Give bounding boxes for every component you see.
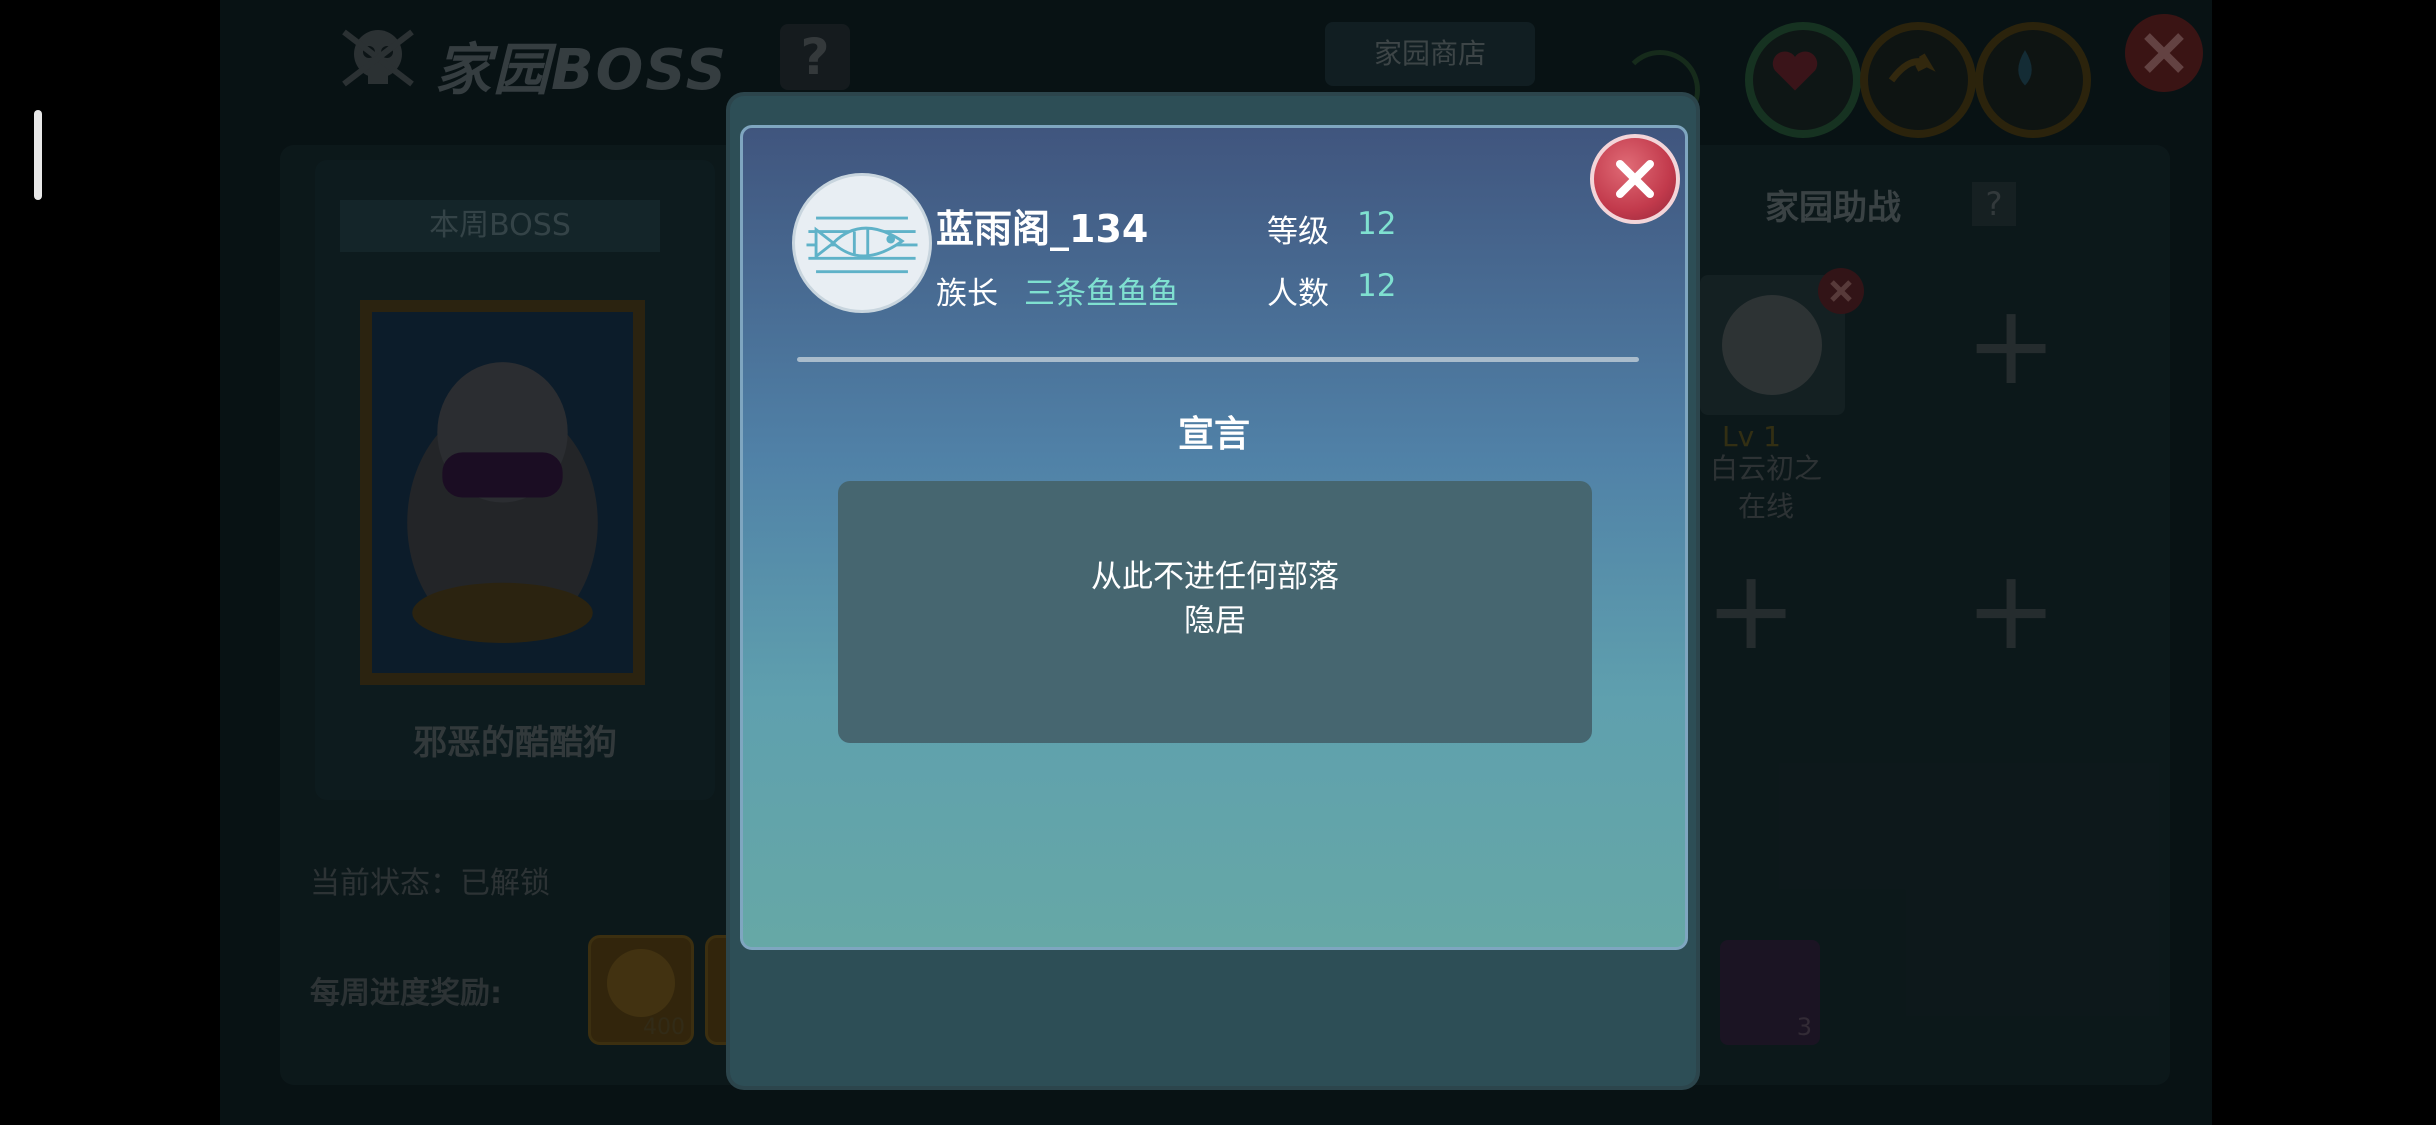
skull-icon [342,29,414,87]
close-icon [1830,280,1852,302]
level-value: 12 [1357,206,1397,242]
guild-name: 蓝雨阁_134 [936,207,1149,251]
heart-ring-icon[interactable] [1745,22,1861,138]
reward-coin[interactable]: 400 [588,935,694,1045]
add-ally-slot-2[interactable]: + [1705,555,1797,665]
status-text: 当前状态：已解锁 [310,866,550,901]
arrow-ring-icon[interactable] [1860,22,1976,138]
weekly-boss-label: 本周BOSS [340,200,660,252]
declaration-text: 从此不进任何部落 隐居 [1091,559,1339,639]
close-icon [1616,160,1654,198]
add-ally-slot-1[interactable]: + [1965,290,2057,400]
assist-help-button[interactable]: ? [1972,182,2016,226]
close-button[interactable] [1590,134,1680,224]
members-value: 12 [1357,268,1397,304]
reward-item-count: 3 [1796,1013,1812,1041]
guild-avatar [792,173,932,313]
page-title: 家园BOSS [435,38,728,103]
ally-level: Lv 1 [1722,420,1781,453]
fish-icon [806,216,918,274]
boss-portrait [360,300,645,685]
ally-name-block: 白云初之 在线 [1710,450,1822,526]
members-label: 人数 [1267,276,1329,312]
side-handle[interactable] [34,110,42,200]
level-label: 等级 [1267,214,1329,250]
dog-boss-image [407,362,598,643]
ally-status: 在线 [1738,490,1795,523]
add-ally-slot-3[interactable]: + [1965,555,2057,665]
ally-name: 白云初之 [1710,452,1823,485]
arrow-icon [1888,53,1936,83]
background-close-button[interactable] [2125,14,2203,92]
leader-label: 族长 [936,276,998,312]
remove-ally-button[interactable] [1818,268,1864,314]
declaration-title: 宣言 [1177,414,1250,455]
boss-name: 邪恶的酷酷狗 [413,723,617,763]
close-icon [2144,33,2184,73]
home-shop-button[interactable]: 家园商店 [1325,22,1535,86]
weekly-reward-label: 每周进度奖励: [310,976,502,1011]
divider [797,357,1639,362]
reward-count: 400 [643,1015,685,1040]
water-ring-icon[interactable] [1975,22,2091,138]
reward-item[interactable]: 3 [1720,940,1820,1045]
home-assist-title: 家园助战 [1765,188,1901,228]
leader-value: 三条鱼鱼鱼 [1024,276,1179,312]
heart-icon [1772,51,1818,91]
help-button[interactable]: ? [780,24,850,90]
drop-icon [2018,50,2032,86]
